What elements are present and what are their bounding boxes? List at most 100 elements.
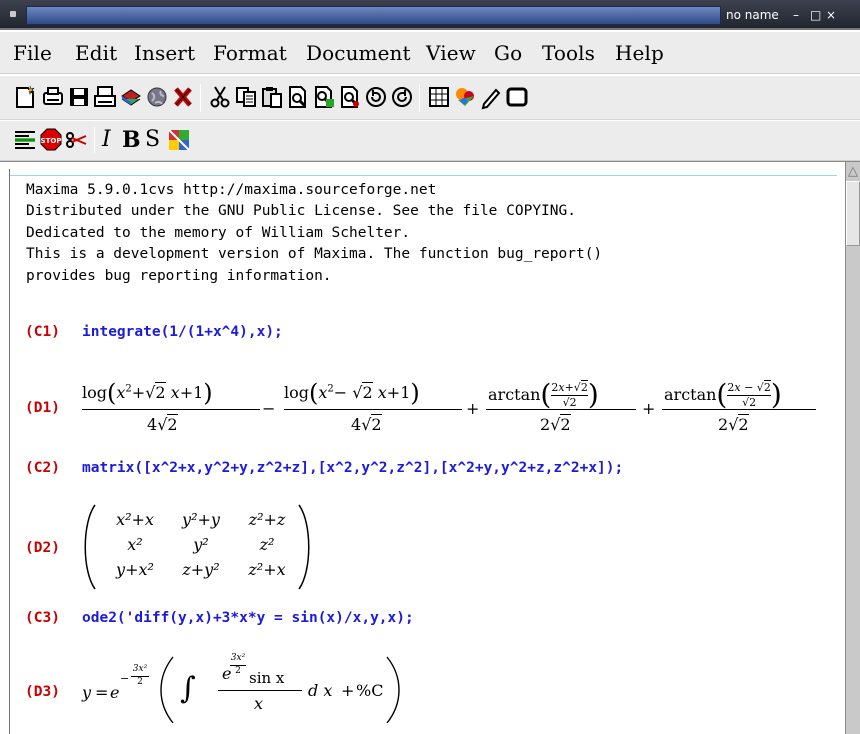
menu-insert[interactable]: Insert <box>134 41 195 65</box>
minimize-icon[interactable]: – <box>793 7 799 23</box>
matrix-left-paren <box>84 504 96 590</box>
d1-term2-numerator: log(x2− √2 x+1) <box>284 379 420 407</box>
stop-x-icon[interactable] <box>170 84 196 110</box>
input-label: (C1) <box>25 324 60 340</box>
window-menu-icon[interactable] <box>10 11 16 17</box>
undo-icon[interactable] <box>363 84 389 110</box>
menu-bar: File Edit Insert Format Document View Go… <box>0 32 860 74</box>
d3-e: e <box>110 683 120 702</box>
matrix-cell: z² <box>259 535 275 554</box>
format-toolbar: STOP I B S <box>0 121 860 161</box>
banner-line: Distributed under the GNU Public License… <box>26 203 576 219</box>
matrix-cell: y²+y <box>182 510 220 529</box>
redo-icon[interactable] <box>389 84 415 110</box>
d3-right-paren <box>386 656 400 724</box>
menu-format[interactable]: Format <box>213 41 287 65</box>
menu-help[interactable]: Help <box>615 41 664 65</box>
globe-icon[interactable] <box>144 84 170 110</box>
d1-term1-denominator: 4√2 <box>147 414 178 434</box>
input-command[interactable]: integrate(1/(1+x^4),x); <box>82 324 283 340</box>
matrix-cell: z²+z <box>248 510 286 529</box>
d1-term2-bar <box>284 409 462 410</box>
matrix-cell: x²+x <box>116 510 154 529</box>
print-preview-icon[interactable] <box>92 84 118 110</box>
input-label: (C3) <box>25 610 60 626</box>
color-icon[interactable] <box>166 127 192 153</box>
d3-dx: d x <box>308 681 333 700</box>
d3-exp-den: 2 <box>137 677 143 687</box>
stop-icon[interactable]: STOP <box>38 127 64 153</box>
output-label: (D3) <box>25 684 60 700</box>
d1-term2-denominator: 4√2 <box>351 414 382 434</box>
toolbar-separator <box>200 84 201 112</box>
align-icon[interactable] <box>12 127 38 153</box>
menu-document[interactable]: Document <box>306 41 411 65</box>
vertical-scrollbar[interactable] <box>845 162 860 734</box>
save-icon[interactable] <box>66 84 92 110</box>
banner-line: Maxima 5.9.0.1cvs http://maxima.sourcefo… <box>26 182 437 198</box>
window-title: no name <box>726 8 779 22</box>
d3-den: x <box>254 694 264 713</box>
scrollbar-thumb[interactable] <box>846 181 860 246</box>
d1-term3-bar <box>486 409 636 410</box>
table-icon[interactable] <box>426 84 452 110</box>
toolbar-separator <box>94 127 95 153</box>
d3-lhs: y <box>82 683 92 702</box>
close-icon[interactable]: × <box>826 7 836 23</box>
cut-icon[interactable] <box>207 84 233 110</box>
d1-term1-bar <box>82 409 260 410</box>
matrix-cell: z+y² <box>182 560 220 579</box>
menu-edit[interactable]: Edit <box>75 41 117 65</box>
d3-fraction-bar <box>218 690 302 691</box>
main-toolbar <box>0 76 860 120</box>
banner-line: Dedicated to the memory of William Schel… <box>26 225 411 241</box>
copy-icon[interactable] <box>233 84 259 110</box>
find-again-icon[interactable] <box>337 84 363 110</box>
find-replace-icon[interactable] <box>311 84 337 110</box>
d1-op2: + <box>466 399 480 418</box>
d3-const: %C <box>356 681 384 700</box>
frame-icon[interactable] <box>504 84 530 110</box>
d3-num-exp-num: 3x² <box>230 653 246 663</box>
new-document-icon[interactable] <box>12 84 38 110</box>
cell-divider <box>10 175 837 176</box>
d3-left-paren <box>160 656 174 724</box>
menu-go[interactable]: Go <box>494 41 522 65</box>
matrix-right-paren <box>298 504 310 590</box>
d1-op3: + <box>642 399 656 418</box>
menu-tools[interactable]: Tools <box>542 41 595 65</box>
d3-exp-num: 3x² <box>132 664 148 674</box>
output-label: (D2) <box>25 540 60 556</box>
scissors-icon[interactable] <box>64 127 90 153</box>
find-icon[interactable] <box>285 84 311 110</box>
d1-op1: − <box>262 399 276 418</box>
scroll-up-icon[interactable]: △ <box>847 163 859 180</box>
d3-plus: + <box>341 681 355 700</box>
print-icon[interactable] <box>40 84 66 110</box>
d3-exp-minus: − <box>120 672 130 685</box>
menu-view[interactable]: View <box>426 41 476 65</box>
maximize-icon[interactable]: □ <box>810 7 821 23</box>
matrix-cell: y² <box>193 535 209 554</box>
paste-icon[interactable] <box>259 84 285 110</box>
matrix-cell: z²+x <box>248 560 286 579</box>
window-titlebar[interactable]: no name – □ × <box>0 0 860 30</box>
matrix-cell: y+x² <box>116 560 154 579</box>
d1-term4-denominator: 2√2 <box>718 414 749 434</box>
banner-line: This is a development version of Maxima.… <box>26 246 603 262</box>
d1-term3-numerator: arctan(2x+√2 √2) <box>488 378 599 411</box>
svg-text:STOP: STOP <box>41 137 62 145</box>
output-label: (D1) <box>25 400 60 416</box>
d3-integral-sign: ∫ <box>180 671 196 706</box>
d1-term3-denominator: 2√2 <box>540 414 571 434</box>
document-margin <box>9 169 10 734</box>
pen-icon[interactable] <box>478 84 504 110</box>
d3-num-exp-den: 2 <box>235 666 241 676</box>
d3-eq: = <box>95 683 109 702</box>
menu-file[interactable]: File <box>13 41 52 65</box>
input-command[interactable]: matrix([x^2+x,y^2+y,z^2+z],[x^2,y^2,z^2]… <box>82 460 623 476</box>
books-icon[interactable] <box>118 84 144 110</box>
image-icon[interactable] <box>452 84 478 110</box>
d3-num-rest: sin x <box>249 669 285 687</box>
input-command[interactable]: ode2('diff(y,x)+3*x*y = sin(x)/x,y,x); <box>82 610 414 626</box>
